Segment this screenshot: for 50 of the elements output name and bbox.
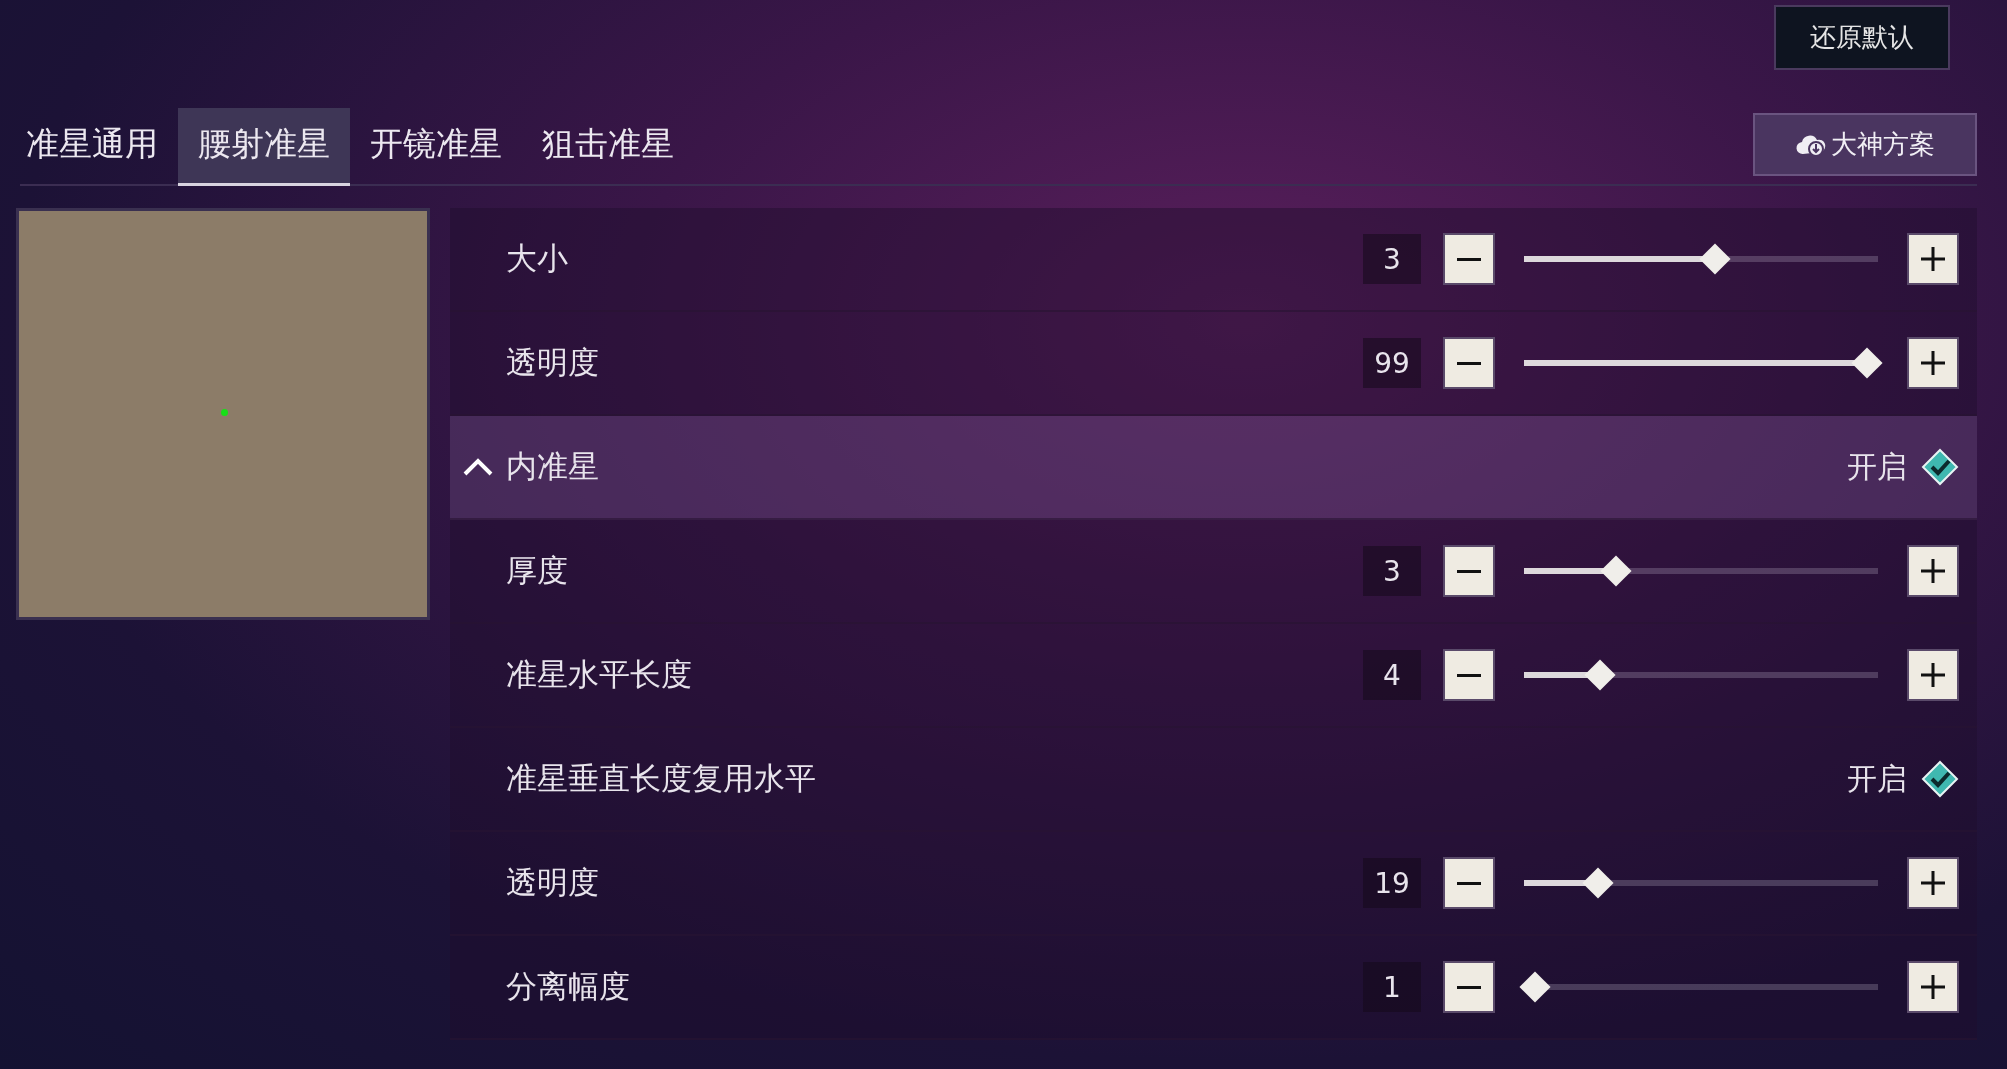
minus-icon [1457,673,1481,677]
value-readout: 19 [1363,858,1421,908]
tab[interactable]: 腰射准星 [178,108,350,186]
minus-icon [1457,361,1481,365]
decrease-button[interactable] [1443,649,1495,701]
plus-icon [1921,247,1945,271]
minus-icon [1457,881,1481,885]
value-readout: 1 [1363,962,1421,1012]
plus-icon [1921,559,1945,583]
status-label: 开启 [1847,759,1907,798]
decrease-button[interactable] [1443,545,1495,597]
section-title: 内准星 [506,447,600,486]
increase-button[interactable] [1907,545,1959,597]
value-readout: 4 [1363,650,1421,700]
increase-button[interactable] [1907,337,1959,389]
value-readout: 3 [1363,234,1421,284]
tab[interactable]: 开镜准星 [350,108,522,186]
increase-button[interactable] [1907,233,1959,285]
value-readout: 99 [1363,338,1421,388]
decrease-button[interactable] [1443,961,1495,1013]
preset-button[interactable]: 大神方案 [1753,113,1977,176]
crosshair-dot [220,408,228,416]
increase-button[interactable] [1907,961,1959,1013]
tab[interactable]: 准星通用 [20,108,178,186]
minus-icon [1457,257,1481,261]
setting-label: 透明度 [506,863,600,902]
tab[interactable]: 狙击准星 [522,108,694,186]
checkbox[interactable] [1921,760,1959,798]
decrease-button[interactable] [1443,857,1495,909]
plus-icon [1921,351,1945,375]
setting-label: 透明度 [506,343,600,382]
minus-icon [1457,985,1481,989]
plus-icon [1921,871,1945,895]
setting-label: 大小 [506,239,569,278]
decrease-button[interactable] [1443,233,1495,285]
setting-label: 准星水平长度 [506,655,693,694]
checkbox[interactable] [1921,448,1959,486]
plus-icon [1921,663,1945,687]
status-label: 开启 [1847,447,1907,486]
increase-button[interactable] [1907,649,1959,701]
setting-label: 分离幅度 [506,967,631,1006]
plus-icon [1921,975,1945,999]
decrease-button[interactable] [1443,337,1495,389]
value-readout: 3 [1363,546,1421,596]
setting-label: 厚度 [506,551,569,590]
minus-icon [1457,569,1481,573]
chevron-icon[interactable] [462,456,494,478]
increase-button[interactable] [1907,857,1959,909]
setting-label: 准星垂直长度复用水平 [506,759,817,798]
reset-button[interactable]: 还原默认 [1774,5,1950,70]
